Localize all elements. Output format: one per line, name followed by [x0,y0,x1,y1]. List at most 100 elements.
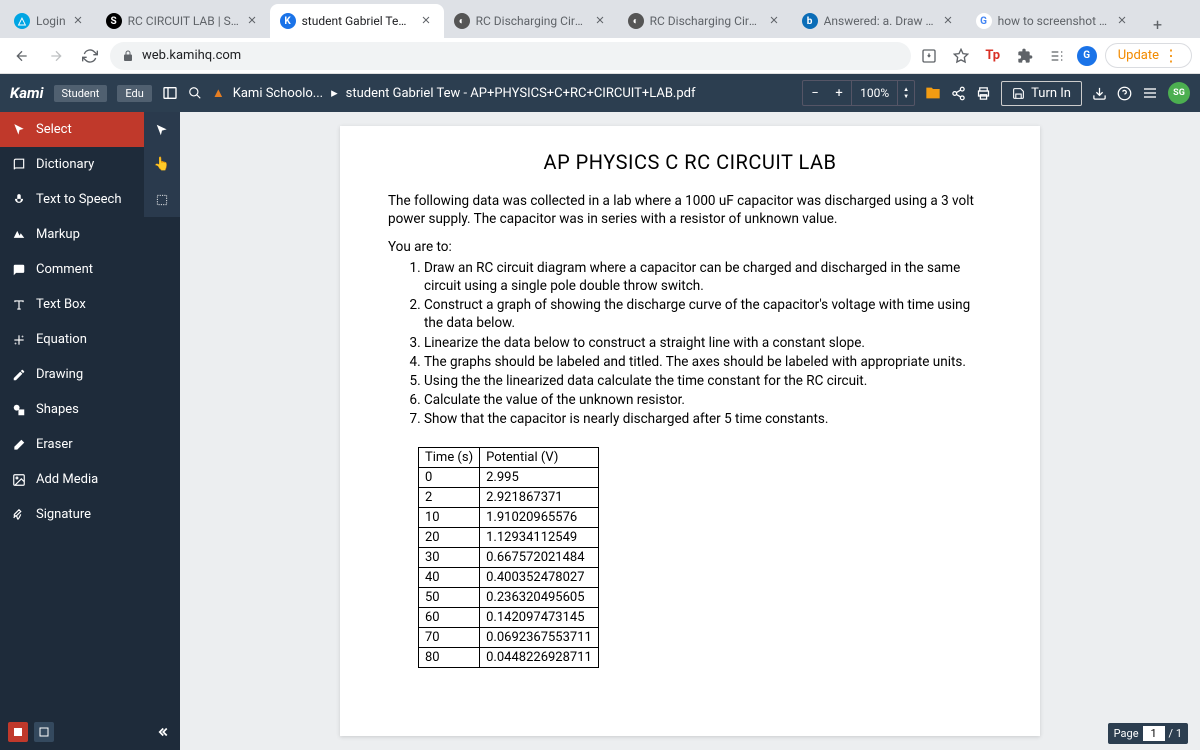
print-icon[interactable] [976,86,991,101]
close-icon[interactable] [1116,14,1130,28]
sidebar-item-label: Equation [36,332,87,347]
zoom-stepper[interactable]: ▲▼ [898,86,914,100]
table-row: 500.236320495605 [419,587,599,607]
new-tab-button[interactable]: + [1144,10,1172,38]
table-row: 400.400352478027 [419,567,599,587]
browser-tab[interactable]: Kstudent Gabriel Tew - [270,4,444,38]
star-icon[interactable] [949,44,973,68]
download-icon[interactable] [1092,86,1107,101]
panel-toggle-icon[interactable] [162,85,178,101]
back-button[interactable] [8,42,36,70]
sidebar-item-comment[interactable]: Comment [0,252,180,287]
tool-icon [12,403,26,417]
reload-button[interactable] [76,42,104,70]
page-input[interactable] [1143,726,1165,741]
select-arrow-tool[interactable] [144,112,180,147]
sidebar-item-label: Comment [36,262,93,277]
table-row: 101.91020965576 [419,507,599,527]
user-avatar[interactable]: SG [1168,82,1190,104]
tool-icon [12,228,26,242]
browser-tab[interactable]: △Login [4,4,96,38]
install-icon[interactable] [917,44,941,68]
sidebar-item-dictionary[interactable]: Dictionary [0,147,144,182]
search-icon[interactable] [188,86,202,100]
close-icon[interactable] [72,14,86,28]
close-icon[interactable] [768,14,782,28]
sidebar-item-text-to-speech[interactable]: Text to Speech [0,182,144,217]
table-cell: 50 [419,587,480,607]
browser-tab-strip: △LoginSRC CIRCUIT LAB | SchKstudent Gabr… [0,0,1200,38]
sidebar-item-shapes[interactable]: Shapes [0,392,180,427]
sidebar-subicon[interactable] [144,182,180,217]
extensions-icon[interactable] [1013,44,1037,68]
table-cell: 10 [419,507,480,527]
sidebar-item-markup[interactable]: Markup [0,217,180,252]
sidebar-item-eraser[interactable]: Eraser [0,427,180,462]
table-cell: 70 [419,627,480,647]
tool-icon [12,193,26,207]
breadcrumb: ▲ Kami Schoolo... ▸ student Gabriel Tew … [212,85,696,101]
reading-list-icon[interactable] [1045,44,1069,68]
menu-icon[interactable] [1142,85,1158,101]
sidebar-item-drawing[interactable]: Drawing [0,357,180,392]
sidebar-item-label: Shapes [36,402,79,417]
doc-title: AP PHYSICS C RC CIRCUIT LAB [388,150,992,174]
tool-icon [12,508,26,522]
open-icon[interactable] [925,85,941,101]
browser-tab[interactable]: Ghow to screenshot on [966,4,1140,38]
sidebar-item-equation[interactable]: Equation [0,322,180,357]
table-cell: 30 [419,547,480,567]
update-button[interactable]: Update⋮ [1105,43,1192,68]
drive-icon: ▲ [212,85,225,101]
share-icon[interactable] [951,86,966,101]
close-icon[interactable] [246,14,260,28]
browser-tab[interactable]: ◐RC Discharging Circuit [444,4,618,38]
tab-title: Login [36,14,66,28]
sidebar-item-signature[interactable]: Signature [0,497,180,532]
table-cell: 2.921867371 [480,487,599,507]
table-cell: 2.995 [480,467,599,487]
table-cell: 1.91020965576 [480,507,599,527]
ext-tp-icon[interactable]: Tp [981,44,1005,68]
sidebar-item-label: Dictionary [36,157,94,172]
close-icon[interactable] [594,14,608,28]
tab-title: RC Discharging Circuit [650,14,762,28]
profile-g-icon[interactable]: G [1077,46,1097,66]
document-viewport[interactable]: AP PHYSICS C RC CIRCUIT LAB The followin… [180,112,1200,750]
url-box[interactable]: web.kamihq.com [110,42,911,70]
table-cell: 0.0692367553711 [480,627,599,647]
tool-icon [12,158,26,172]
data-table: Time (s)Potential (V) 02.99522.921867371… [418,447,599,668]
sidebar-item-text-box[interactable]: Text Box [0,287,180,322]
tool-icon [12,298,26,312]
table-cell: 0.400352478027 [480,567,599,587]
forward-button[interactable] [42,42,70,70]
table-cell: 40 [419,567,480,587]
tool-icon [12,438,26,452]
close-icon[interactable] [420,14,434,28]
sidebar-item-label: Markup [36,227,80,242]
table-row: 300.667572021484 [419,547,599,567]
sidebar-item-select[interactable]: Select [0,112,144,147]
tab-title: Answered: a. Draw an [824,14,936,28]
breadcrumb-file[interactable]: student Gabriel Tew - AP+PHYSICS+C+RC+CI… [346,86,696,101]
sidebar-item-add-media[interactable]: Add Media [0,462,180,497]
view-mode-2-icon[interactable] [34,722,54,742]
tab-favicon: S [106,13,122,29]
zoom-out-button[interactable]: − [803,81,827,105]
browser-tab[interactable]: ◐RC Discharging Circuit [618,4,792,38]
sidebar-collapse-icon[interactable] [158,725,172,739]
table-row: 800.0448226928711 [419,647,599,667]
view-mode-1-icon[interactable] [8,722,28,742]
turn-in-button[interactable]: Turn In [1001,81,1082,106]
table-cell: 0.236320495605 [480,587,599,607]
table-row: 600.142097473145 [419,607,599,627]
sidebar-item-label: Add Media [36,472,98,487]
breadcrumb-folder[interactable]: Kami Schoolo... [233,86,323,101]
zoom-in-button[interactable]: + [827,81,851,105]
close-icon[interactable] [942,14,956,28]
help-icon[interactable] [1117,86,1132,101]
sidebar-subicon[interactable]: 👆 [144,147,180,182]
browser-tab[interactable]: bAnswered: a. Draw an [792,4,966,38]
browser-tab[interactable]: SRC CIRCUIT LAB | Sch [96,4,270,38]
